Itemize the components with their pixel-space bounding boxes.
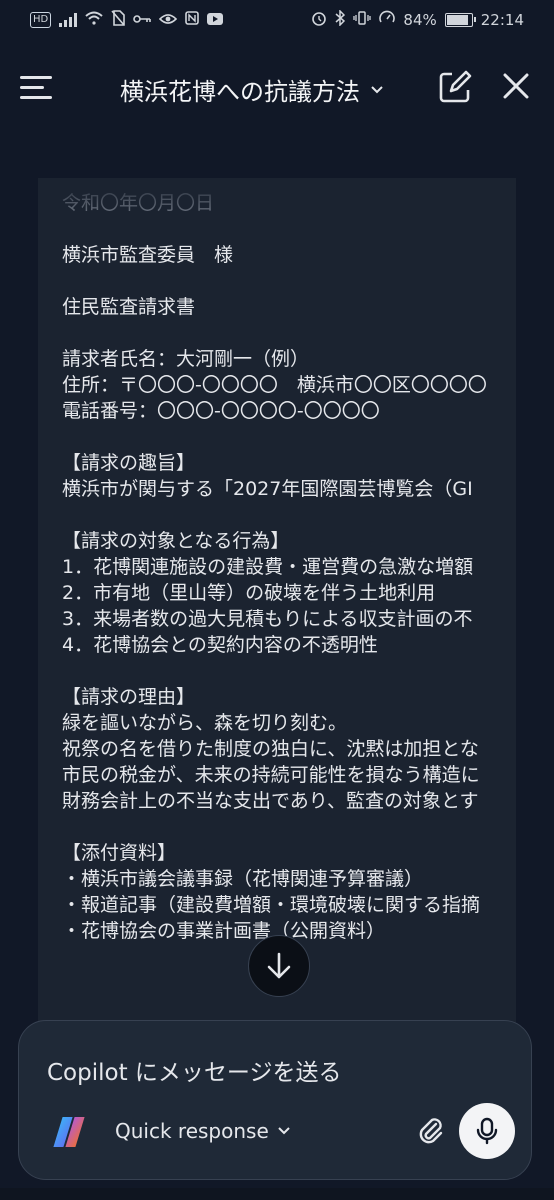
edit-note-icon: [439, 70, 472, 103]
status-bar: HD 84% 22:14: [0, 0, 554, 40]
nfc-icon: [185, 11, 200, 29]
clock: 22:14: [480, 11, 524, 29]
message-input[interactable]: Copilot にメッセージを送る: [47, 1053, 467, 1087]
sim-off-icon: [111, 10, 126, 30]
document-line: 3．来場者数の過大見積もりによる収支計画の不: [62, 608, 473, 630]
chevron-down-icon: [370, 80, 384, 99]
hamburger-menu-icon-line: [20, 86, 44, 89]
document-line: 【請求の理由】: [62, 686, 196, 708]
document-line: ・報道記事（建設費増額・環境破壊に関する指摘: [62, 894, 481, 916]
battery-icon: [444, 13, 476, 27]
close-button[interactable]: [500, 70, 536, 106]
page-title: 横浜花博への抗議方法: [120, 78, 360, 106]
document-line: 財務会計上の不当な支出であり、監査の対象とす: [62, 790, 479, 812]
document-line: 市民の税金が、未来の持続可能性を損なう構造に: [62, 764, 480, 786]
document-line: [62, 658, 487, 684]
document-line: 2．市有地（里山等）の破壊を伴う土地利用: [62, 582, 436, 604]
hd-badge: HD: [30, 12, 52, 28]
chevron-down-icon: [278, 1127, 290, 1135]
document-line: 1．花博関連施設の建設費・運営費の急激な増額: [62, 556, 474, 578]
data-saver-icon: [379, 10, 396, 30]
attach-button[interactable]: [415, 1115, 447, 1147]
document-line: [62, 268, 487, 294]
copilot-logo-icon: [53, 1113, 91, 1151]
document-line: 祝祭の名を借りた制度の独白に、沈黙は加担とな: [62, 738, 479, 760]
document-line: 横浜市監査委員 様: [62, 244, 234, 266]
vibrate-icon: [353, 11, 372, 29]
arrow-down-icon: [267, 952, 291, 979]
status-right: 84% 22:14: [311, 9, 524, 30]
microphone-button[interactable]: [459, 1103, 515, 1159]
document-line: 【請求の対象となる行為】: [62, 530, 290, 552]
new-chat-button[interactable]: [438, 70, 474, 106]
scroll-to-bottom-button[interactable]: [248, 935, 310, 997]
close-icon: [503, 73, 529, 99]
document-text: 令和〇年〇月〇日横浜市監査委員 様住民監査請求書請求者氏名：大河剛一（例）住所：…: [62, 190, 487, 944]
battery-percent: 84%: [403, 11, 437, 29]
response-document-card[interactable]: 令和〇年〇月〇日横浜市監査委員 様住民監査請求書請求者氏名：大河剛一（例）住所：…: [38, 178, 516, 1038]
eye-icon: [159, 11, 178, 29]
menu-button[interactable]: [18, 70, 58, 106]
document-line: [62, 502, 487, 528]
document-line: 横浜市が関与する「2027年国際園芸博覧会（GI: [62, 478, 473, 500]
bottom-strip: [0, 1188, 554, 1200]
key-icon: [133, 11, 152, 29]
bluetooth-icon: [335, 9, 346, 30]
microphone-icon: [476, 1117, 498, 1145]
alarm-icon: [311, 10, 327, 30]
document-line: 電話番号：〇〇〇-〇〇〇〇-〇〇〇〇: [62, 400, 380, 422]
top-bar: 横浜花博への抗議方法: [0, 48, 554, 132]
document-line: ・横浜市議会議事録（花博関連予算審議）: [62, 868, 424, 890]
document-line: [62, 424, 487, 450]
document-line: 請求者氏名：大河剛一（例）: [62, 348, 310, 370]
document-line: [62, 320, 487, 346]
status-left: HD: [30, 10, 224, 30]
document-line: 住所：〒〇〇〇-〇〇〇〇 横浜市〇〇区〇〇〇〇: [62, 374, 487, 396]
wifi-icon: [85, 11, 103, 29]
hamburger-menu-icon-line: [20, 96, 52, 99]
signal-icon: [59, 13, 78, 27]
document-line: 【請求の趣旨】: [62, 452, 196, 474]
response-mode-selector[interactable]: Quick response: [115, 1119, 291, 1143]
document-line: 緑を謳いながら、森を切り刻む。: [62, 712, 348, 734]
conversation-title-dropdown[interactable]: 横浜花博への抗議方法: [120, 72, 384, 107]
message-composer: Copilot にメッセージを送る Quick response: [18, 1020, 532, 1180]
document-line: 4．花博協会との契約内容の不透明性: [62, 634, 378, 656]
document-line: [62, 814, 487, 840]
document-line: 【添付資料】: [62, 842, 177, 864]
youtube-icon: [207, 11, 224, 29]
document-line: 住民監査請求書: [62, 296, 196, 318]
hamburger-menu-icon: [20, 76, 52, 79]
fade-overlay: [38, 178, 516, 238]
mode-label: Quick response: [115, 1119, 269, 1143]
paperclip-icon: [419, 1118, 443, 1144]
